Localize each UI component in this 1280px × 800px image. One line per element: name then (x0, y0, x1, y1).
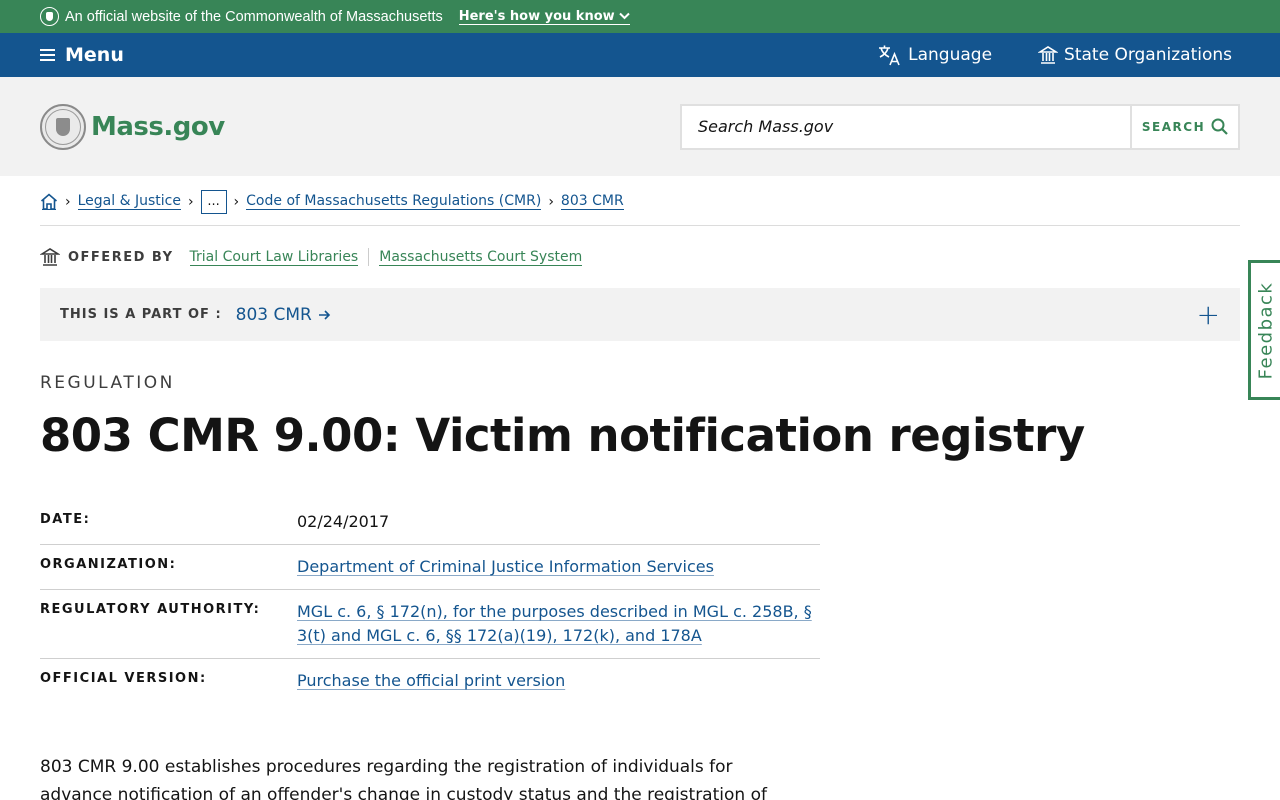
search-button-label: SEARCH (1141, 119, 1206, 134)
translate-icon (879, 45, 900, 66)
details-table: DATE: 02/24/2017 ORGANIZATION: Departmen… (40, 500, 820, 703)
breadcrumb-803-cmr[interactable]: 803 CMR (560, 193, 624, 210)
seal-icon (40, 7, 59, 26)
site-header: Mass.gov SEARCH (0, 77, 1280, 176)
breadcrumb-legal-justice[interactable]: Legal & Justice (77, 193, 181, 210)
page-category: REGULATION (40, 373, 175, 393)
detail-row-regulatory-authority: REGULATORY AUTHORITY: MGL c. 6, § 172(n)… (40, 590, 820, 659)
how-you-know-label: Here's how you know (458, 8, 615, 24)
part-of-link-label: 803 CMR (235, 304, 312, 325)
page-title: 803 CMR 9.00: Victim notification regist… (40, 409, 1085, 462)
detail-row-official-version: OFFICIAL VERSION: Purchase the official … (40, 659, 820, 703)
divider (368, 248, 370, 266)
language-label: Language (908, 45, 993, 65)
mass-gov-logo[interactable]: Mass.gov (40, 103, 225, 150)
offered-by-label: OFFERED BY (68, 249, 174, 265)
official-banner: An official website of the Commonwealth … (0, 0, 1280, 33)
how-you-know-toggle[interactable]: Here's how you know (458, 8, 630, 25)
logo-text: Mass.gov (91, 111, 225, 142)
menu-label: Menu (65, 44, 124, 66)
detail-key: ORGANIZATION: (40, 557, 177, 572)
breadcrumb-expand-button[interactable]: ... (200, 189, 227, 214)
chevron-right-icon: › (65, 193, 71, 210)
official-site-text: An official website of the Commonwealth … (65, 8, 443, 25)
expand-plus-button[interactable]: + (1197, 300, 1220, 329)
search-button[interactable]: SEARCH (1130, 105, 1238, 148)
arrow-right-icon (318, 309, 331, 320)
official-version-link[interactable]: Purchase the official print version (297, 671, 565, 690)
detail-value: 02/24/2017 (297, 512, 390, 531)
offered-by: OFFERED BY Trial Court Law Libraries Mas… (40, 226, 1240, 288)
search-icon (1211, 118, 1228, 135)
search-form: SEARCH (680, 103, 1240, 150)
detail-row-organization: ORGANIZATION: Department of Criminal Jus… (40, 545, 820, 590)
organization-link[interactable]: Department of Criminal Justice Informati… (297, 557, 714, 576)
language-button[interactable]: Language (878, 44, 992, 66)
commonwealth-seal-icon (40, 103, 86, 150)
hamburger-icon (40, 49, 55, 61)
detail-key: DATE: (40, 512, 91, 527)
utility-nav: Menu Language State Organizations (0, 33, 1280, 77)
part-of-label: THIS IS A PART OF : (60, 307, 222, 322)
regulatory-authority-link[interactable]: MGL c. 6, § 172(n), for the purposes des… (297, 602, 812, 645)
feedback-tab[interactable]: Feedback (1248, 260, 1280, 400)
state-organizations-button[interactable]: State Organizations (1038, 45, 1232, 65)
intro-paragraph: 803 CMR 9.00 establishes procedures rega… (40, 757, 767, 800)
building-icon (40, 248, 60, 266)
part-of-bar: THIS IS A PART OF : 803 CMR + (40, 288, 1240, 341)
chevron-right-icon: › (233, 193, 240, 210)
chevron-down-icon (618, 12, 630, 20)
breadcrumb-cmr[interactable]: Code of Massachusetts Regulations (CMR) (246, 193, 542, 210)
breadcrumb: › Legal & Justice › ... › Code of Massac… (40, 176, 1240, 226)
detail-row-date: DATE: 02/24/2017 (40, 500, 820, 545)
chevron-right-icon: › (548, 193, 554, 210)
org-link-trial-court-law-libraries[interactable]: Trial Court Law Libraries (189, 249, 359, 266)
feedback-label: Feedback (1255, 281, 1277, 379)
home-icon[interactable] (40, 193, 58, 210)
org-link-massachusetts-court-system[interactable]: Massachusetts Court System (379, 249, 583, 266)
building-icon (1038, 46, 1059, 64)
detail-key: REGULATORY AUTHORITY: (40, 602, 261, 617)
search-input[interactable] (682, 105, 1130, 148)
part-of-link[interactable]: 803 CMR (236, 305, 331, 325)
chevron-right-icon: › (187, 193, 194, 210)
detail-key: OFFICIAL VERSION: (40, 671, 207, 686)
state-organizations-label: State Organizations (1064, 45, 1232, 65)
menu-button[interactable]: Menu (40, 44, 124, 66)
